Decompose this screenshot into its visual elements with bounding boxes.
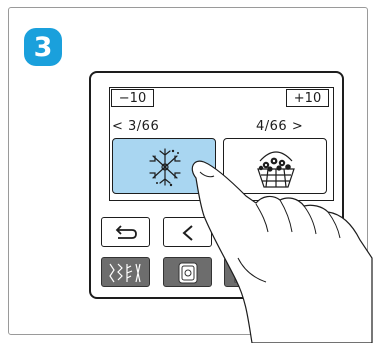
pattern-tile-snowflake[interactable] [112,138,216,194]
pattern-menu-icon [234,263,250,283]
back-button[interactable] [101,217,150,247]
previous-page-indicator[interactable]: < 3/66 [112,119,159,134]
stitch-pattern-icon [109,263,141,283]
snowflake-pattern-icon [149,148,181,187]
stitch-pattern-button[interactable] [101,257,150,287]
embroidery-hoop-icon [178,262,198,284]
pattern-menu-button[interactable] [224,257,273,287]
step-number-badge: 3 [24,28,62,66]
next-page-indicator[interactable]: 4/66 > [256,119,303,134]
minus-10-button[interactable]: −10 [111,89,154,107]
flower-basket-pattern-icon [257,151,295,188]
pattern-tile-flower-basket[interactable] [223,138,327,194]
next-button[interactable] [224,217,273,247]
extra-nav-button[interactable] [284,217,333,247]
embroidery-button[interactable] [163,257,212,287]
back-arrow-icon [115,225,137,239]
previous-button[interactable] [163,217,212,247]
left-chevron-icon [182,225,193,241]
plus-10-button[interactable]: +10 [286,89,329,107]
